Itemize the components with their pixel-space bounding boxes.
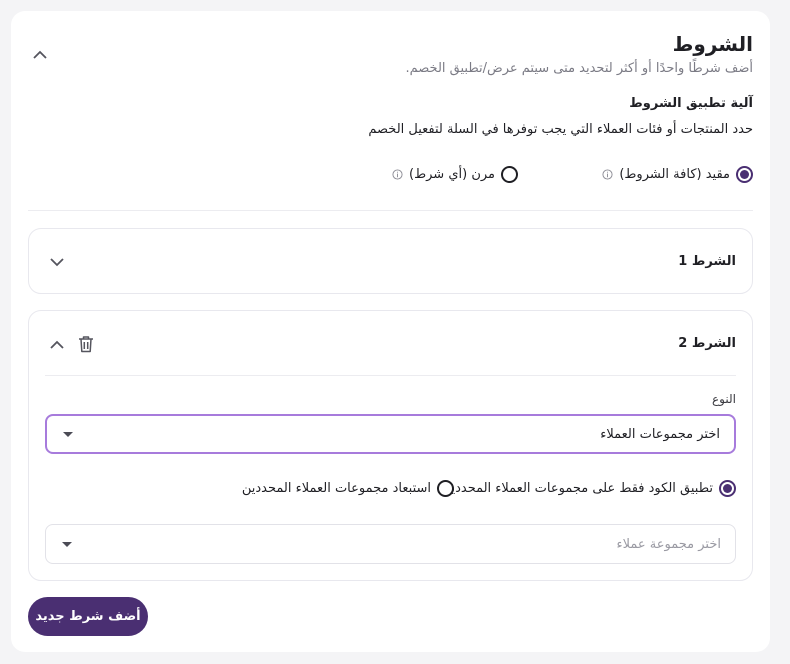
type-select-value: اختر مجموعات العملاء [600, 426, 720, 442]
section-subtitle: أضف شرطًا واحدًا أو أكثر لتحديد متى سيتم… [405, 61, 754, 76]
info-icon[interactable] [392, 169, 403, 180]
condition-2-collapse-button[interactable] [46, 333, 68, 355]
scope-option-include-label: تطبيق الكود فقط على مجموعات العملاء المح… [441, 481, 713, 496]
mechanism-label: آلية تطبيق الشروط [629, 96, 753, 111]
scope-option-exclude[interactable]: استبعاد مجموعات العملاء المحددين [242, 480, 454, 497]
chevron-down-icon [50, 257, 64, 266]
radio-exclude[interactable] [437, 480, 454, 497]
customer-group-select[interactable]: اختر مجموعة عملاء [45, 524, 736, 564]
divider [45, 375, 736, 376]
condition-2-panel: الشرط 2 النوع اختر مجموعات العملاء تطبيق… [28, 310, 753, 581]
customer-group-placeholder: اختر مجموعة عملاء [616, 536, 721, 552]
mechanism-description: حدد المنتجات أو فئات العملاء التي يجب تو… [368, 122, 753, 137]
caret-down-icon [62, 541, 72, 547]
type-select[interactable]: اختر مجموعات العملاء [45, 414, 736, 454]
condition-1-expand-button[interactable] [46, 251, 68, 273]
radio-strict[interactable] [736, 166, 753, 183]
chevron-up-icon [33, 50, 47, 59]
conditions-card: الشروط أضف شرطًا واحدًا أو أكثر لتحديد م… [11, 11, 770, 652]
mechanism-option-strict[interactable]: مقيد (كافة الشروط) [602, 166, 753, 183]
type-label: النوع [712, 392, 736, 406]
section-title: الشروط [672, 32, 753, 56]
radio-flexible[interactable] [501, 166, 518, 183]
condition-1-panel[interactable]: الشرط 1 [28, 228, 753, 294]
trash-icon [79, 336, 93, 353]
add-condition-button[interactable]: أضف شرط جديد [28, 597, 148, 636]
info-icon[interactable] [602, 169, 613, 180]
radio-include[interactable] [719, 480, 736, 497]
divider [28, 210, 753, 211]
section-collapse-button[interactable] [29, 43, 51, 65]
caret-down-icon [63, 431, 73, 437]
condition-1-title: الشرط 1 [678, 254, 736, 269]
condition-2-title: الشرط 2 [678, 336, 736, 351]
scope-option-include[interactable]: تطبيق الكود فقط على مجموعات العملاء المح… [442, 480, 736, 497]
mechanism-option-flexible[interactable]: مرن (أي شرط) [392, 166, 518, 183]
scope-option-exclude-label: استبعاد مجموعات العملاء المحددين [241, 481, 431, 496]
mechanism-option-flexible-label: مرن (أي شرط) [409, 167, 495, 182]
mechanism-option-strict-label: مقيد (كافة الشروط) [619, 167, 730, 182]
condition-2-delete-button[interactable] [75, 333, 97, 355]
chevron-up-icon [50, 340, 64, 349]
